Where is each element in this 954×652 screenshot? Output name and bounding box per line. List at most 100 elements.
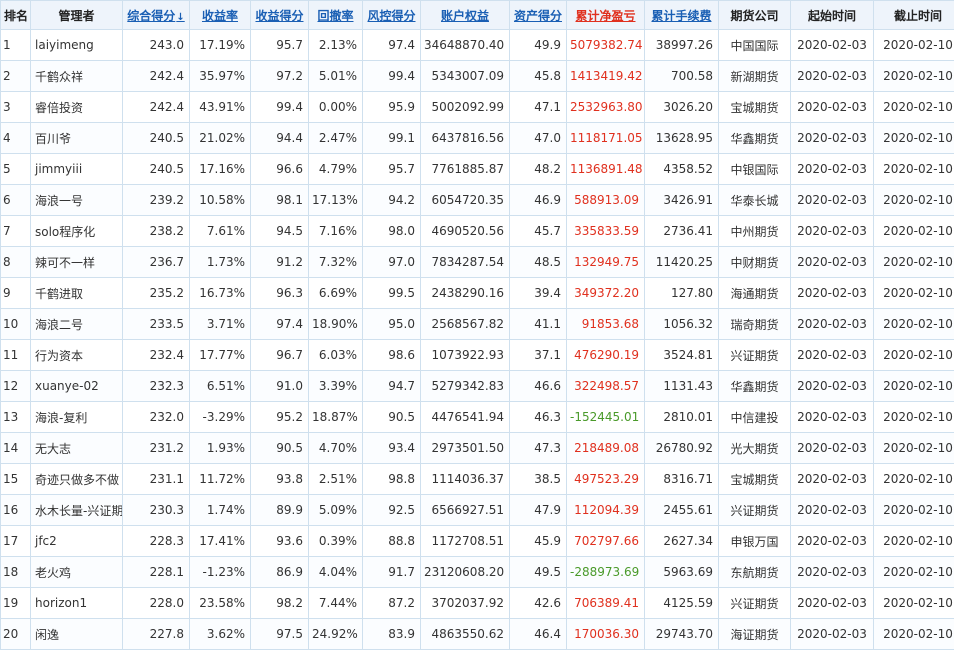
table-row: 19 horizon1 228.0 23.58% 98.2 7.44% 87.2 370203… bbox=[0, 587, 954, 619]
end-date-cell: 2020-02-10 bbox=[873, 153, 954, 185]
end-date-cell: 2020-02-10 bbox=[873, 184, 954, 216]
return-score-cell: 86.9 bbox=[250, 556, 309, 588]
company-cell: 新湖期货 bbox=[718, 60, 791, 92]
table-row: 12 xuanye-02 232.3 6.51% 91.0 3.39% 94.7 527934… bbox=[0, 370, 954, 402]
col-header-total-score[interactable]: 综合得分↓ bbox=[122, 0, 190, 30]
table-row: 5 jimmyiii 240.5 17.16% 96.6 4.79% 95.7 7761885… bbox=[0, 153, 954, 185]
end-date-cell: 2020-02-10 bbox=[873, 463, 954, 495]
risk-score-cell: 98.8 bbox=[362, 463, 421, 495]
return-score-cell: 94.4 bbox=[250, 122, 309, 154]
col-header-asset-score[interactable]: 资产得分 bbox=[509, 0, 567, 30]
company-cell: 宝城期货 bbox=[718, 91, 791, 123]
rank-cell: 5 bbox=[0, 153, 31, 185]
manager-cell: 老火鸡 bbox=[30, 556, 123, 588]
fees-cell: 3426.91 bbox=[644, 184, 719, 216]
manager-cell: 海浪-复利 bbox=[30, 401, 123, 433]
asset-score-cell: 45.7 bbox=[509, 215, 567, 247]
manager-cell: 无大志 bbox=[30, 432, 123, 464]
table-row: 6 海浪一号 239.2 10.58% 98.1 17.13% 94.2 6054720.35… bbox=[0, 184, 954, 216]
manager-cell: 千鹤众祥 bbox=[30, 60, 123, 92]
manager-cell: solo程序化 bbox=[30, 215, 123, 247]
col-header-risk-score[interactable]: 风控得分 bbox=[362, 0, 421, 30]
net-pnl-cell: 706389.41 bbox=[566, 587, 645, 619]
start-date-cell: 2020-02-03 bbox=[790, 463, 874, 495]
company-cell: 兴证期货 bbox=[718, 339, 791, 371]
return-rate-cell: 17.16% bbox=[189, 153, 251, 185]
total-score-cell: 228.1 bbox=[122, 556, 190, 588]
return-score-cell: 91.2 bbox=[250, 246, 309, 278]
return-score-cell: 95.7 bbox=[250, 29, 309, 61]
total-score-cell: 239.2 bbox=[122, 184, 190, 216]
return-score-cell: 97.2 bbox=[250, 60, 309, 92]
asset-score-cell: 46.3 bbox=[509, 401, 567, 433]
net-pnl-cell: 349372.20 bbox=[566, 277, 645, 309]
col-header-fees[interactable]: 累计手续费 bbox=[644, 0, 719, 30]
asset-score-cell: 39.4 bbox=[509, 277, 567, 309]
start-date-cell: 2020-02-03 bbox=[790, 246, 874, 278]
manager-cell: 辣可不一样 bbox=[30, 246, 123, 278]
fees-cell: 2810.01 bbox=[644, 401, 719, 433]
equity-cell: 1172708.51 bbox=[420, 525, 510, 557]
total-score-cell: 232.0 bbox=[122, 401, 190, 433]
end-date-cell: 2020-02-10 bbox=[873, 215, 954, 247]
total-score-cell: 228.0 bbox=[122, 587, 190, 619]
start-date-cell: 2020-02-03 bbox=[790, 122, 874, 154]
drawdown-cell: 2.51% bbox=[308, 463, 363, 495]
return-score-cell: 93.6 bbox=[250, 525, 309, 557]
total-score-cell: 232.4 bbox=[122, 339, 190, 371]
manager-cell: 百川爷 bbox=[30, 122, 123, 154]
rank-cell: 8 bbox=[0, 246, 31, 278]
return-rate-cell: 11.72% bbox=[189, 463, 251, 495]
equity-cell: 1114036.37 bbox=[420, 463, 510, 495]
start-date-cell: 2020-02-03 bbox=[790, 184, 874, 216]
equity-cell: 2568567.82 bbox=[420, 308, 510, 340]
rank-cell: 10 bbox=[0, 308, 31, 340]
net-pnl-cell: 497523.29 bbox=[566, 463, 645, 495]
equity-cell: 2438290.16 bbox=[420, 277, 510, 309]
company-cell: 中财期货 bbox=[718, 246, 791, 278]
end-date-cell: 2020-02-10 bbox=[873, 29, 954, 61]
company-cell: 华鑫期货 bbox=[718, 370, 791, 402]
net-pnl-cell: 588913.09 bbox=[566, 184, 645, 216]
rank-cell: 12 bbox=[0, 370, 31, 402]
company-cell: 东航期货 bbox=[718, 556, 791, 588]
col-header-return-rate[interactable]: 收益率 bbox=[189, 0, 251, 30]
start-date-cell: 2020-02-03 bbox=[790, 587, 874, 619]
net-pnl-cell: 132949.75 bbox=[566, 246, 645, 278]
total-score-cell: 240.5 bbox=[122, 122, 190, 154]
net-pnl-cell: 5079382.74 bbox=[566, 29, 645, 61]
table-body: 1 laiyimeng 243.0 17.19% 95.7 2.13% 97.4 346488… bbox=[0, 29, 954, 650]
col-header-drawdown[interactable]: 回撤率 bbox=[308, 0, 363, 30]
start-date-cell: 2020-02-03 bbox=[790, 494, 874, 526]
end-date-cell: 2020-02-10 bbox=[873, 60, 954, 92]
end-date-cell: 2020-02-10 bbox=[873, 587, 954, 619]
company-cell: 华泰长城 bbox=[718, 184, 791, 216]
start-date-cell: 2020-02-03 bbox=[790, 556, 874, 588]
end-date-cell: 2020-02-10 bbox=[873, 308, 954, 340]
ranking-table: 排名 管理者 综合得分↓ 收益率 收益得分 回撤率 风控得分 账户权益 资产得分… bbox=[0, 0, 954, 650]
drawdown-cell: 4.79% bbox=[308, 153, 363, 185]
end-date-cell: 2020-02-10 bbox=[873, 432, 954, 464]
drawdown-cell: 2.47% bbox=[308, 122, 363, 154]
fees-cell: 1056.32 bbox=[644, 308, 719, 340]
rank-cell: 1 bbox=[0, 29, 31, 61]
drawdown-cell: 24.92% bbox=[308, 618, 363, 650]
rank-cell: 4 bbox=[0, 122, 31, 154]
company-cell: 申银万国 bbox=[718, 525, 791, 557]
net-pnl-cell: 335833.59 bbox=[566, 215, 645, 247]
asset-score-cell: 49.9 bbox=[509, 29, 567, 61]
table-row: 15 奇迹只做多不做 231.1 11.72% 93.8 2.51% 98.8 1114036… bbox=[0, 463, 954, 495]
drawdown-cell: 0.00% bbox=[308, 91, 363, 123]
manager-cell: jimmyiii bbox=[30, 153, 123, 185]
return-rate-cell: 1.73% bbox=[189, 246, 251, 278]
col-header-return-score[interactable]: 收益得分 bbox=[250, 0, 309, 30]
table-row: 13 海浪-复利 232.0 -3.29% 95.2 18.87% 90.5 4476541.… bbox=[0, 401, 954, 433]
end-date-cell: 2020-02-10 bbox=[873, 246, 954, 278]
equity-cell: 34648870.40 bbox=[420, 29, 510, 61]
start-date-cell: 2020-02-03 bbox=[790, 277, 874, 309]
start-date-cell: 2020-02-03 bbox=[790, 60, 874, 92]
return-rate-cell: 23.58% bbox=[189, 587, 251, 619]
col-header-net-pnl[interactable]: 累计净盈亏 bbox=[566, 0, 645, 30]
col-header-equity[interactable]: 账户权益 bbox=[420, 0, 510, 30]
company-cell: 海通期货 bbox=[718, 277, 791, 309]
